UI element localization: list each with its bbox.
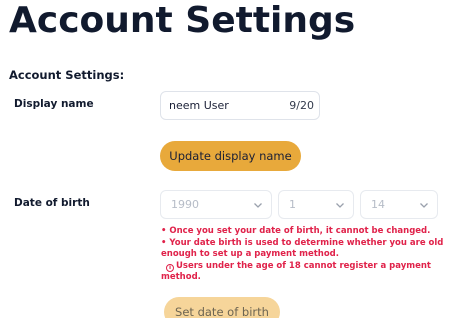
birth-month-select[interactable]: 1 — [278, 190, 354, 219]
notice-line: enough to set up a payment method. — [161, 249, 339, 260]
page-title: Account Settings — [9, 0, 356, 41]
birth-year-select[interactable]: 1990 — [160, 190, 272, 219]
display-name-label: Display name — [14, 98, 94, 110]
account-settings-page: Account Settings Account Settings: Displ… — [0, 0, 450, 318]
date-of-birth-label: Date of birth — [14, 197, 90, 209]
notice-line: method. — [161, 272, 201, 283]
notice-line-age: i Users under the age of 18 cannot regist… — [161, 261, 431, 273]
date-of-birth-notice: • Once you set your date of birth, it ca… — [161, 226, 444, 284]
set-date-of-birth-button[interactable]: Set date of birth — [164, 297, 280, 318]
display-name-value: neem User — [169, 99, 229, 112]
section-heading: Account Settings: — [9, 68, 125, 82]
birth-month-value: 1 — [289, 198, 296, 211]
birth-day-value: 14 — [371, 198, 385, 211]
display-name-input[interactable]: neem User 9/20 — [160, 91, 320, 120]
character-counter: 9/20 — [289, 99, 314, 112]
info-icon: i — [166, 263, 174, 272]
notice-line: Users under the age of 18 cannot registe… — [176, 260, 431, 271]
chevron-down-icon — [420, 203, 428, 208]
update-display-name-button[interactable]: Update display name — [160, 141, 301, 171]
notice-line: • Your date birth is used to determine w… — [161, 237, 444, 248]
notice-line: • Once you set your date of birth, it ca… — [161, 226, 431, 236]
birth-year-value: 1990 — [171, 198, 199, 211]
chevron-down-icon — [254, 203, 262, 208]
chevron-down-icon — [336, 203, 344, 208]
birth-day-select[interactable]: 14 — [360, 190, 438, 219]
